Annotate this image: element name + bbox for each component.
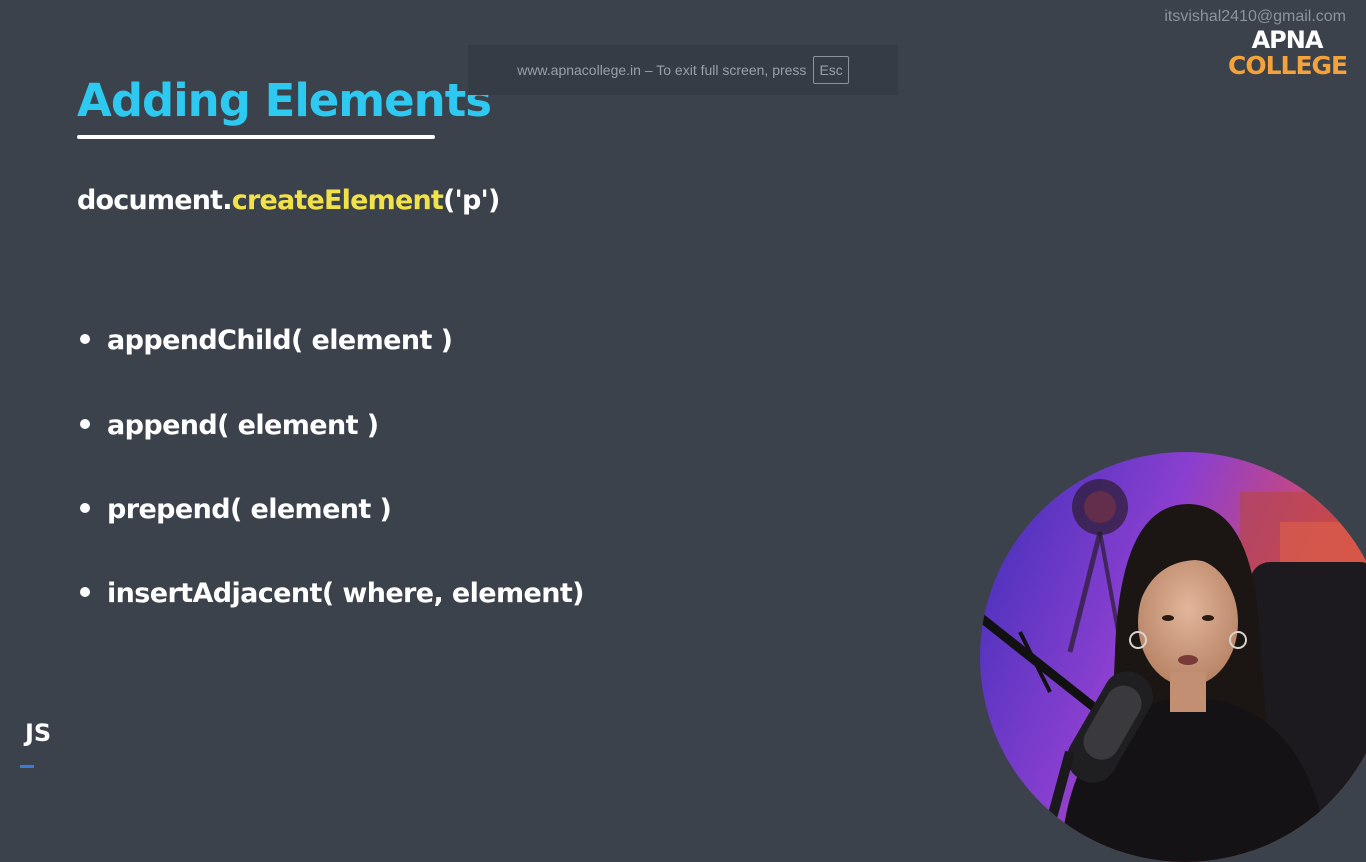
- apna-college-logo: APNA COLLEGE: [1228, 26, 1348, 80]
- code-prefix: document.: [77, 185, 233, 216]
- code-method: createElement: [231, 185, 444, 216]
- bullet-dot-icon: [80, 333, 90, 344]
- logo-line2: COLLEGE: [1228, 51, 1348, 80]
- code-args: ('p'): [443, 185, 500, 216]
- bullet-text: insertAdjacent( where, element): [107, 578, 585, 609]
- code-line: document.createElement('p'): [77, 187, 500, 214]
- bullet-dot-icon: [80, 418, 90, 429]
- bullet-item: append( element ): [80, 410, 379, 441]
- bullet-dot-icon: [80, 586, 90, 597]
- bullet-item: insertAdjacent( where, element): [80, 578, 585, 609]
- bullet-text: append( element ): [107, 410, 379, 441]
- logo-line1: APNA: [1251, 26, 1324, 54]
- bullet-item: prepend( element ): [80, 494, 392, 525]
- bullet-item: appendChild( element ): [80, 325, 453, 356]
- fullscreen-notice: www.apnacollege.in – To exit full screen…: [468, 45, 898, 95]
- esc-key[interactable]: Esc: [813, 56, 849, 84]
- fullscreen-notice-text: www.apnacollege.in – To exit full screen…: [517, 62, 807, 78]
- presenter-image: [980, 452, 1366, 862]
- bullet-dot-icon: [80, 502, 90, 513]
- bullet-text: prepend( element ): [107, 494, 392, 525]
- presenter-webcam: [980, 452, 1366, 862]
- js-label: JS: [25, 719, 52, 747]
- title-underline: [77, 135, 435, 139]
- bullet-text: appendChild( element ): [107, 325, 453, 356]
- email-watermark: itsvishal2410@gmail.com: [1164, 8, 1346, 25]
- slide-title: Adding Elements: [77, 74, 492, 127]
